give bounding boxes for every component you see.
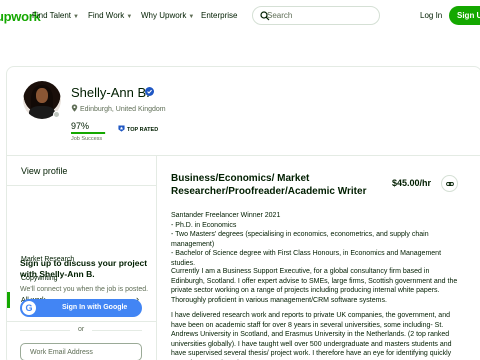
search-input[interactable]: Search bbox=[252, 6, 380, 25]
location: Edinburgh, United Kingdom bbox=[71, 104, 166, 113]
overview-line: - Bachelor of Science degree with First … bbox=[171, 250, 442, 267]
google-signin-button[interactable]: G Sign In with Google bbox=[20, 299, 142, 317]
nav-enterprise[interactable]: Enterprise bbox=[201, 11, 237, 20]
profile-title: Business/Economics/ Market Researcher/Pr… bbox=[171, 173, 367, 197]
nav-why-upwork[interactable]: Why Upwork ▼ bbox=[141, 11, 194, 20]
overview-paragraph: I have delivered research work and repor… bbox=[171, 312, 452, 360]
signup-prompt-title: Sign up to discuss your project with She… bbox=[20, 258, 148, 279]
google-icon: G bbox=[22, 301, 36, 315]
freelancer-name: Shelly-Ann B. bbox=[71, 85, 150, 100]
hourly-rate: $45.00/hr bbox=[392, 178, 432, 188]
job-success-score: 97% bbox=[71, 121, 90, 131]
profile-header: Shelly-Ann B. Edinburgh, United Kingdom … bbox=[7, 67, 480, 156]
divider bbox=[7, 321, 157, 322]
nav-find-talent[interactable]: Find Talent ▼ bbox=[32, 11, 79, 20]
or-text: or bbox=[78, 326, 85, 333]
chevron-down-icon: ▼ bbox=[126, 14, 133, 20]
overview-line: - Two Masters' degrees (specialising in … bbox=[171, 231, 429, 248]
job-success-label: Job Success bbox=[71, 136, 103, 142]
login-link[interactable]: Log In bbox=[420, 11, 442, 20]
connect-text: We'll connect you when the job is posted… bbox=[20, 286, 149, 293]
nav-find-work[interactable]: Find Work ▼ bbox=[88, 11, 132, 20]
link-icon bbox=[446, 181, 454, 187]
top-rated-badge-icon bbox=[118, 125, 125, 132]
divider bbox=[7, 185, 157, 186]
email-placeholder: Work Email Address bbox=[30, 349, 93, 356]
or-divider-left bbox=[20, 330, 70, 331]
google-signin-label: Sign In with Google bbox=[62, 304, 128, 311]
view-profile-title: View profile bbox=[21, 166, 68, 176]
email-field[interactable]: Work Email Address bbox=[20, 343, 142, 360]
signup-button[interactable]: Sign Up bbox=[449, 6, 480, 25]
top-nav: upwork Find Talent ▼ Find Work ▼ Why Upwor… bbox=[0, 0, 480, 32]
copy-link-button[interactable] bbox=[441, 175, 458, 192]
location-pin-icon bbox=[71, 104, 78, 112]
online-status-dot bbox=[53, 111, 60, 118]
chevron-down-icon: ▼ bbox=[73, 14, 79, 20]
active-item-indicator bbox=[7, 292, 10, 308]
verified-icon bbox=[145, 87, 154, 96]
overview-paragraph: Currently I am a Business Support Execut… bbox=[171, 268, 458, 304]
search-placeholder: Search bbox=[267, 11, 293, 20]
or-divider-right bbox=[92, 330, 142, 331]
job-success-bar-fill bbox=[71, 132, 105, 134]
chevron-down-icon: ▼ bbox=[188, 14, 195, 20]
top-rated-badge: TOP RATED bbox=[118, 125, 158, 133]
job-success-bar bbox=[71, 132, 106, 134]
overview-line: Santander Freelancer Winner 2021 bbox=[171, 212, 281, 219]
